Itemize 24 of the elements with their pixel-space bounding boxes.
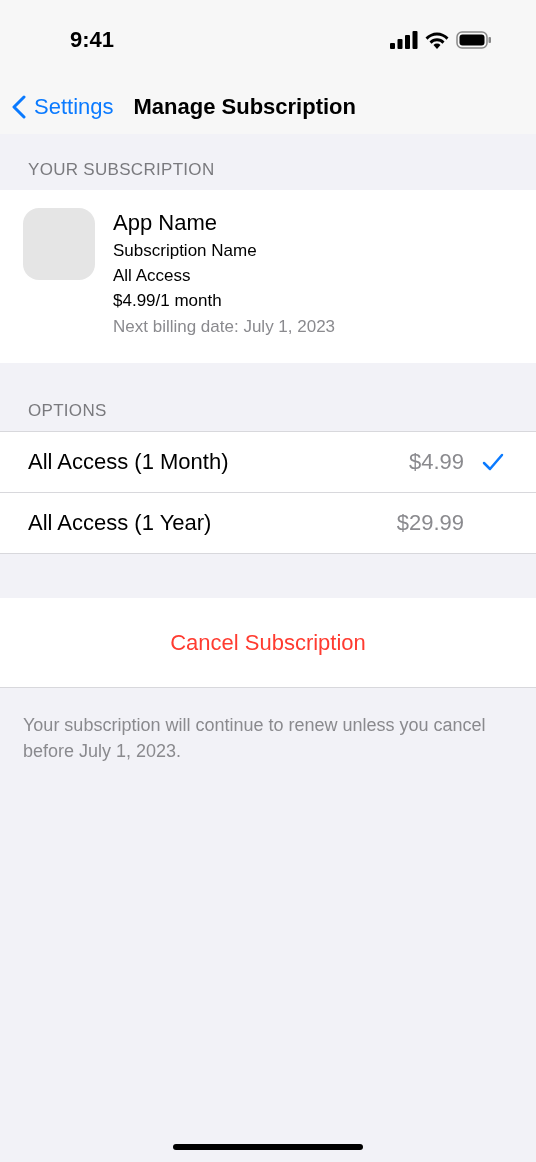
wifi-icon [425, 31, 449, 49]
cancel-subscription-button[interactable]: Cancel Subscription [0, 598, 536, 688]
chevron-left-icon [12, 95, 26, 119]
option-row[interactable]: All Access (1 Month) $4.99 [0, 432, 536, 492]
option-price: $29.99 [396, 510, 464, 536]
option-row[interactable]: All Access (1 Year) $29.99 [0, 492, 536, 553]
next-billing-date: Next billing date: July 1, 2023 [113, 316, 336, 338]
section-header: OPTIONS [27, 400, 108, 422]
status-time: 9:41 [70, 27, 115, 53]
option-label: All Access (1 Year) [28, 510, 213, 536]
back-link[interactable]: Settings [12, 94, 114, 120]
page-title: Manage Subscription [133, 94, 356, 120]
plan-price: $4.99/1 month [113, 290, 223, 312]
app-icon [23, 208, 95, 280]
renewal-note: Your subscription will continue to renew unless you cancel before July 1, 2023. [22, 714, 487, 763]
battery-icon [456, 31, 492, 49]
option-label: All Access (1 Month) [28, 449, 230, 475]
checkmark-icon [482, 453, 504, 471]
plan-name: All Access [113, 265, 192, 287]
signal-icon [390, 31, 418, 49]
section-header: YOUR SUBSCRIPTION [27, 159, 216, 181]
subscription-name: Subscription Name [113, 240, 258, 262]
app-name: App Name [113, 209, 218, 237]
option-price: $4.99 [408, 449, 464, 475]
